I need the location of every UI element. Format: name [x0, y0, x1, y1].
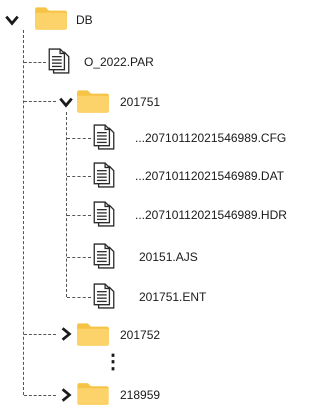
tree-node-label-218959: 218959 — [120, 388, 161, 402]
document-icon — [91, 243, 117, 269]
connector-ajs — [67, 257, 91, 258]
more-items-ellipsis: ⋮ — [103, 351, 123, 373]
tree-node-label-dat: ...20710112021546989.DAT — [135, 169, 285, 183]
connector-201751 — [24, 101, 56, 102]
tree-node-label-ajs: 20151.AJS — [139, 250, 198, 264]
folder-icon — [76, 321, 110, 347]
tree-node-201751[interactable]: 201751 — [56, 86, 206, 116]
document-icon — [91, 201, 117, 227]
root-connector-vertical — [23, 30, 24, 395]
connector-hdr — [67, 215, 91, 216]
tree-node-o2022-par[interactable]: O_2022.PAR — [46, 46, 196, 76]
tree-node-label-cfg: ...20710112021546989.CFG — [135, 131, 287, 145]
folder-icon — [76, 381, 110, 406]
document-icon — [46, 48, 72, 74]
tree-node-label-201751: 201751 — [120, 95, 161, 109]
tree-node-ajs[interactable]: 20151.AJS — [91, 241, 241, 271]
connector-cfg — [67, 138, 91, 139]
document-icon — [91, 124, 117, 150]
chevron-right-icon[interactable] — [58, 387, 74, 403]
tree-node-cfg[interactable]: ...20710112021546989.CFG — [91, 122, 304, 152]
tree-node-ent[interactable]: 201751.ENT — [91, 281, 241, 311]
tree-node-201752[interactable]: 201752 — [56, 319, 206, 349]
connector-201752 — [24, 334, 56, 335]
connector-o2022 — [24, 62, 46, 63]
chevron-down-icon[interactable] — [4, 12, 20, 28]
folder-icon — [34, 5, 68, 31]
tree-node-label-201752: 201752 — [120, 328, 161, 342]
connector-218959 — [24, 395, 56, 396]
tree-node-label-o2022-par: O_2022.PAR — [84, 55, 154, 69]
document-icon — [91, 162, 117, 188]
tree-node-dat[interactable]: ...20710112021546989.DAT — [91, 160, 304, 190]
connector-dat — [67, 176, 91, 177]
document-icon — [91, 283, 117, 309]
tree-node-218959[interactable]: 218959 — [56, 378, 206, 406]
tree-node-label-hdr: ...20710112021546989.HDR — [135, 208, 287, 222]
child-connector-vertical — [66, 112, 67, 297]
tree-node-db[interactable]: DB — [2, 4, 122, 34]
folder-icon — [76, 88, 110, 114]
tree-node-label-db: DB — [76, 13, 93, 27]
tree-view: DB O_2022.PAR 201751 ...2071011202154698… — [0, 0, 304, 406]
chevron-right-icon[interactable] — [58, 326, 74, 342]
tree-node-hdr[interactable]: ...20710112021546989.HDR — [91, 199, 304, 229]
chevron-down-icon[interactable] — [58, 94, 74, 110]
connector-ent — [67, 297, 91, 298]
tree-node-label-ent: 201751.ENT — [139, 290, 207, 304]
